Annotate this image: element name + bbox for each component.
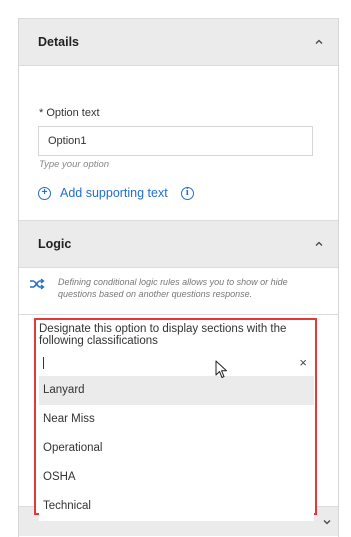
classification-dropdown-list: Lanyard Near Miss Operational OSHA Techn… <box>39 376 314 521</box>
classification-search-input[interactable]: × <box>39 352 314 376</box>
clear-icon[interactable]: × <box>299 355 307 370</box>
add-supporting-text-button[interactable]: + Add supporting text i <box>38 184 194 202</box>
dropdown-option[interactable]: Operational <box>39 434 314 463</box>
dropdown-option[interactable]: Near Miss <box>39 405 314 434</box>
text-caret <box>43 357 44 369</box>
logic-title: Logic <box>38 237 72 251</box>
logic-section-header[interactable]: Logic <box>19 220 338 268</box>
logic-description: Defining conditional logic rules allows … <box>58 277 288 299</box>
dropdown-option[interactable]: Lanyard <box>39 376 314 405</box>
chevron-up-icon[interactable] <box>314 37 324 47</box>
dropdown-option[interactable]: Technical <box>39 492 314 521</box>
plus-circle-icon: + <box>38 186 51 200</box>
shuffle-icon <box>30 278 45 290</box>
logic-info-row: Defining conditional logic rules allows … <box>19 268 338 315</box>
mouse-pointer-icon <box>215 360 227 378</box>
dropdown-option[interactable]: OSHA <box>39 463 314 492</box>
add-supporting-text-label: Add supporting text <box>60 186 168 200</box>
option-text-label: * Option text <box>39 107 100 119</box>
details-title: Details <box>38 35 79 49</box>
chevron-up-icon[interactable] <box>314 239 324 249</box>
option-text-hint: Type your option <box>39 159 110 170</box>
classification-highlight-box: Designate this option to display section… <box>34 318 317 521</box>
chevron-down-icon[interactable] <box>322 517 332 527</box>
option-text-input[interactable]: Option1 <box>38 126 313 156</box>
classification-prompt: Designate this option to display section… <box>39 323 287 347</box>
details-section-header[interactable]: Details <box>19 18 338 66</box>
info-icon[interactable]: i <box>180 186 194 200</box>
